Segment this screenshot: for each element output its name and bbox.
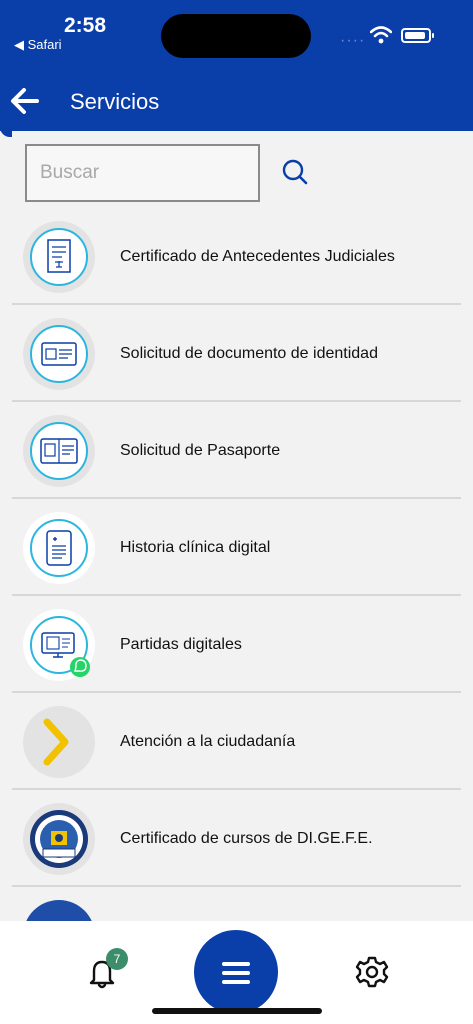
page-title: Servicios: [70, 89, 160, 114]
service-item-documento-identidad[interactable]: Solicitud de documento de identidad: [12, 305, 461, 402]
service-item-historia-clinica[interactable]: Historia clínica digital: [12, 499, 461, 596]
service-label: Certificado de Antecedentes Judiciales: [120, 248, 395, 265]
cellular-signal-icon: ····: [340, 32, 366, 49]
digefe-seal-icon: [23, 803, 95, 875]
notification-badge: 7: [106, 948, 128, 970]
menu-bar: [222, 971, 250, 975]
back-arrow-icon[interactable]: [10, 86, 40, 116]
service-item-pasaporte[interactable]: Solicitud de Pasaporte: [12, 402, 461, 499]
service-label: Atención a la ciudadanía: [120, 733, 296, 750]
service-item-cursos-digefe[interactable]: Certificado de cursos de DI.GE.F.E.: [12, 790, 461, 887]
service-item-partidas-digitales[interactable]: Partidas digitales: [12, 596, 461, 693]
service-label: Partidas digitales: [120, 636, 242, 653]
service-item-antecedentes[interactable]: Certificado de Antecedentes Judiciales: [12, 208, 461, 305]
service-label: Historia clínica digital: [120, 539, 271, 556]
passport-icon: [23, 415, 95, 487]
service-label: Solicitud de Pasaporte: [120, 442, 281, 459]
menu-bar: [222, 980, 250, 984]
service-item-atencion-ciudadania[interactable]: Atención a la ciudadanía: [12, 693, 461, 790]
services-list: Certificado de Antecedentes Judiciales S…: [12, 208, 461, 972]
gear-icon[interactable]: [355, 955, 389, 989]
home-indicator: [152, 1008, 322, 1014]
digital-certificate-whatsapp-icon: [23, 609, 95, 681]
battery-icon: [401, 28, 434, 43]
wifi-icon: [370, 26, 392, 44]
document-scale-icon: [23, 221, 95, 293]
back-to-safari-link[interactable]: ◀ Safari: [14, 37, 62, 53]
medical-record-icon: [23, 512, 95, 584]
service-label: Solicitud de documento de identidad: [120, 345, 378, 362]
dynamic-island: [161, 14, 311, 58]
id-card-icon: [23, 318, 95, 390]
app-header: 2:58 ◀ Safari ···· Servicios: [0, 0, 473, 137]
service-label: Certificado de cursos de DI.GE.F.E.: [120, 830, 373, 847]
search-icon[interactable]: [280, 158, 310, 188]
chevron-right-icon: [23, 706, 95, 778]
menu-button[interactable]: [194, 930, 278, 1014]
status-time: 2:58: [64, 14, 107, 37]
search-input[interactable]: [25, 144, 260, 202]
menu-bar: [222, 962, 250, 966]
